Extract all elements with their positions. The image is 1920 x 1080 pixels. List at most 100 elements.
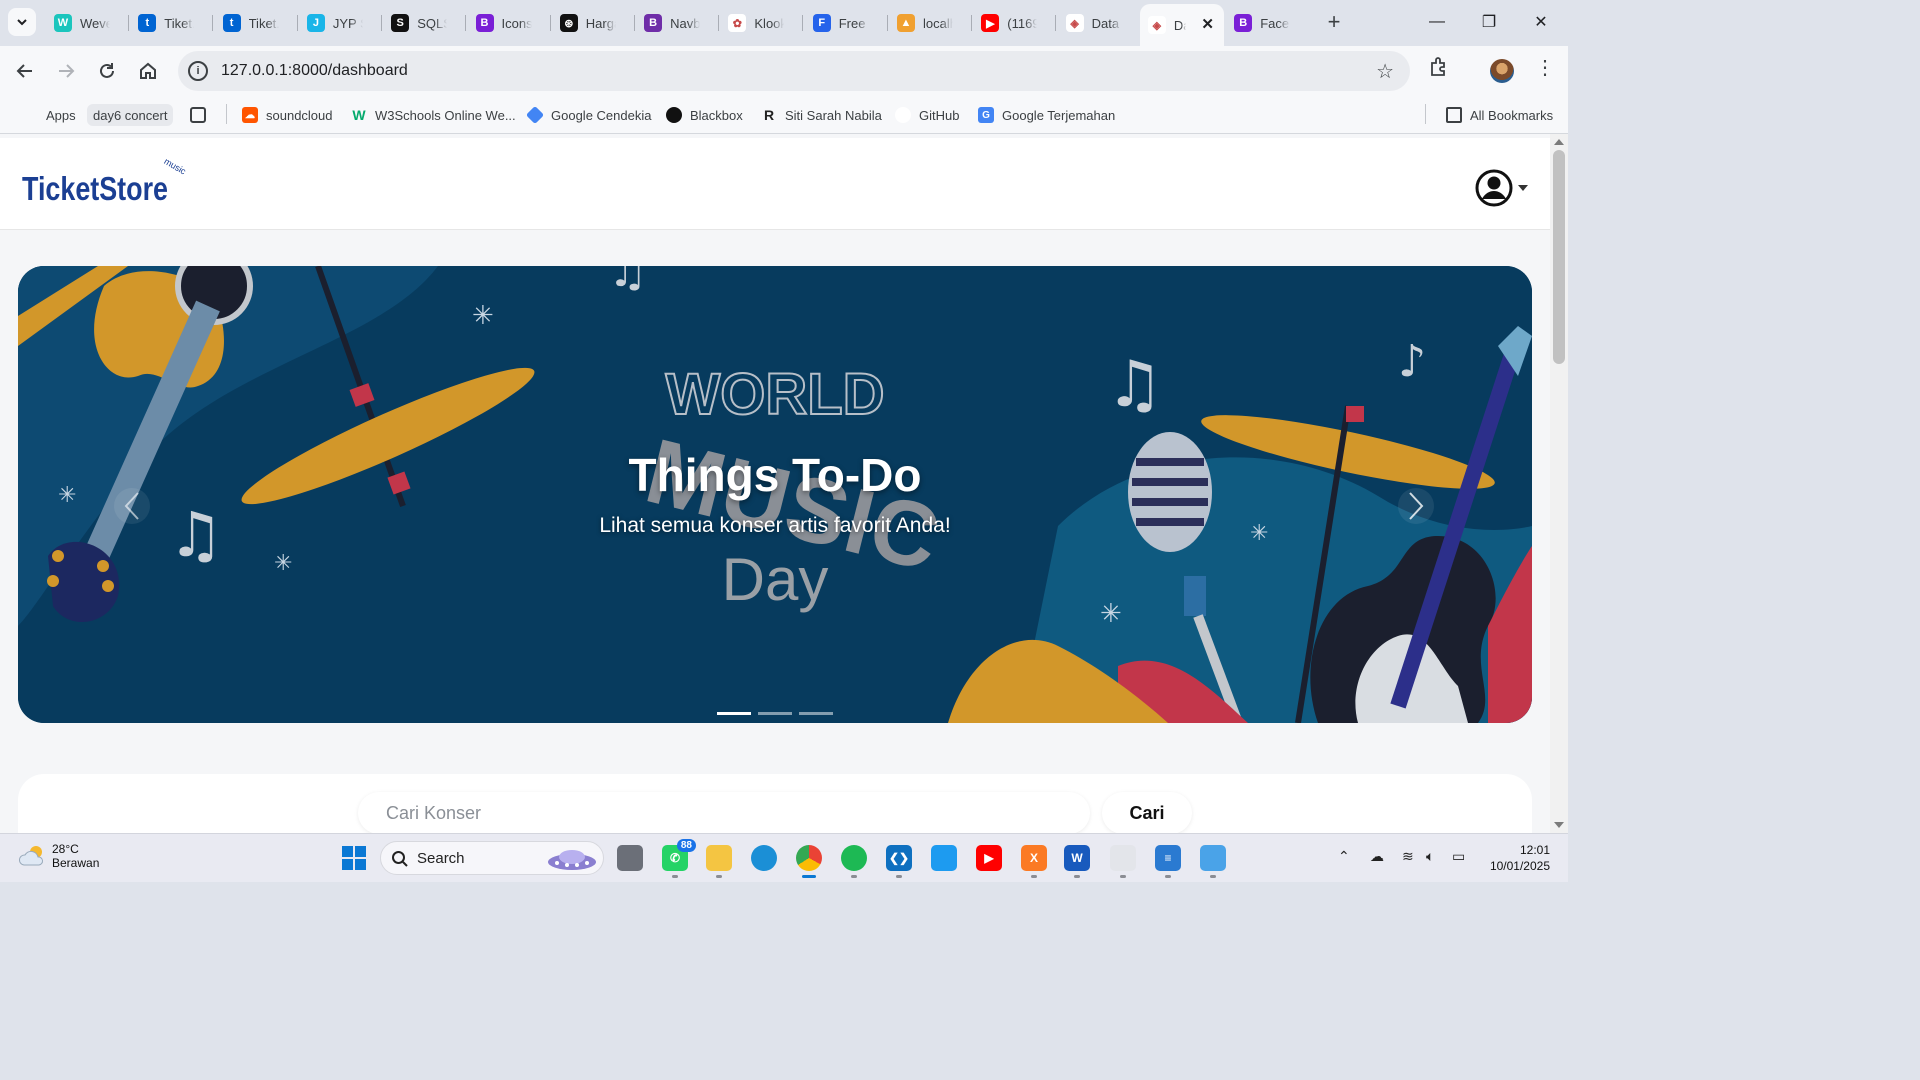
user-menu[interactable] — [1474, 168, 1528, 208]
close-window-button[interactable]: ✕ — [1518, 8, 1564, 36]
reload-button[interactable] — [92, 56, 122, 86]
all-bookmarks[interactable]: All Bookmarks — [1446, 104, 1553, 126]
bookmark-w3schools[interactable]: W W3Schools Online We... — [351, 104, 515, 126]
reload-icon — [100, 63, 114, 78]
wifi-icon[interactable]: ≋ — [1402, 848, 1414, 865]
carousel-indicator-2[interactable] — [758, 712, 792, 715]
forward-button[interactable] — [51, 56, 81, 86]
browser-tab[interactable]: ⊛ Harga — [552, 8, 628, 38]
bookmark-google-cendekia[interactable]: Google Cendekia — [525, 104, 651, 126]
browser-tab[interactable]: W Weverse — [46, 8, 122, 38]
home-button[interactable] — [133, 56, 163, 86]
browser-tab[interactable]: ▶ (1169) — [973, 8, 1049, 38]
browser-tab[interactable]: B Facebook — [1226, 8, 1302, 38]
battery-icon[interactable]: ▭ — [1452, 848, 1465, 865]
tab-separator — [971, 15, 972, 31]
taskbar-search[interactable]: Search — [380, 841, 604, 875]
xampp-icon[interactable]: X — [1021, 845, 1047, 878]
browser-tab[interactable]: ✿ Klook — [720, 8, 796, 38]
edge-icon[interactable] — [751, 845, 777, 871]
spotify-icon[interactable] — [841, 845, 867, 878]
scroll-down-icon[interactable] — [1554, 822, 1564, 828]
browser-tab[interactable]: t Tiket.com — [215, 8, 291, 38]
bookmark-divider — [1425, 104, 1426, 124]
tab-close-icon[interactable]: ✕ — [1201, 15, 1214, 33]
whatsapp-icon[interactable]: ✆ 88 — [662, 839, 696, 878]
browser-tab[interactable]: t Tiket.com — [130, 8, 206, 38]
profile-avatar[interactable] — [1490, 59, 1514, 83]
extensions-icon[interactable] — [1428, 56, 1450, 84]
search-highlight-image — [548, 850, 596, 870]
twitter-icon[interactable] — [931, 845, 957, 871]
more-menu-icon[interactable]: ⋮ — [1535, 58, 1555, 78]
carousel-prev-button[interactable] — [114, 488, 150, 524]
notepad-icon[interactable]: ≡ — [1155, 845, 1181, 878]
windows-taskbar: 28°C Berawan Search ✆ 88 ❮❯ ▶ X W ≡ ⌃ ☁ ≋… — [0, 833, 1568, 882]
windows-start-button[interactable] — [342, 846, 366, 870]
bookmark-soundcloud[interactable]: ☁ soundcloud — [242, 104, 333, 126]
task-view-icon[interactable] — [617, 845, 643, 871]
carousel-indicator-1[interactable] — [717, 712, 751, 715]
tab-separator — [718, 15, 720, 31]
search-button[interactable]: Cari — [1102, 792, 1192, 833]
carousel-indicator-3[interactable] — [799, 712, 833, 715]
clock-date: 10/01/2025 — [1489, 859, 1550, 873]
tab-separator — [465, 15, 467, 31]
word-icon[interactable]: W — [1064, 845, 1090, 878]
volume-icon[interactable]: 🔈︎ — [1426, 848, 1434, 865]
snipping-tool-icon[interactable] — [1110, 845, 1136, 878]
browser-tab[interactable]: B Navbar — [636, 8, 712, 38]
scrollbar-thumb[interactable] — [1553, 150, 1565, 364]
restore-button[interactable]: ❐ — [1466, 8, 1512, 36]
carousel-indicators — [717, 712, 833, 715]
tab-separator — [633, 15, 635, 31]
search-concert-input[interactable] — [358, 792, 1090, 833]
bookmark-apps[interactable]: Apps — [22, 104, 76, 126]
bookmark-grid[interactable] — [190, 104, 214, 126]
browser-tab[interactable]: J JYP Shop — [299, 8, 375, 38]
tab-title: Tiket.com — [164, 15, 194, 31]
photos-icon[interactable] — [1200, 845, 1226, 878]
bookmark-day6-concert[interactable]: day6 concert — [87, 104, 174, 126]
browser-tab[interactable]: ◈ Dashboard ✕ — [1139, 4, 1224, 46]
browser-tab[interactable]: ▲ localhost — [889, 8, 965, 38]
page-scrollbar[interactable] — [1550, 134, 1568, 833]
carousel-next-button[interactable] — [1398, 488, 1434, 524]
svg-text:✳: ✳ — [1100, 598, 1122, 628]
bookmark-google-terjemahan[interactable]: G Google Terjemahan — [978, 104, 1115, 126]
site-info-icon[interactable]: i — [188, 61, 208, 81]
weather-widget[interactable]: 28°C Berawan — [18, 842, 99, 870]
tab-favicon-icon: W — [54, 14, 72, 32]
browser-tab[interactable]: F Free Vector — [805, 8, 881, 38]
tray-overflow-icon[interactable]: ⌃ — [1338, 848, 1350, 865]
tab-favicon-icon: S — [391, 14, 410, 32]
browser-tab[interactable]: B Icons — [468, 8, 544, 38]
scroll-up-icon[interactable] — [1554, 139, 1564, 145]
youtube-icon[interactable]: ▶ — [976, 845, 1002, 871]
caret-down-icon — [1518, 185, 1528, 191]
chrome-icon[interactable] — [796, 845, 822, 878]
system-clock[interactable]: 12:01 10/01/2025 — [1484, 842, 1550, 874]
browser-tab[interactable]: S SQLSTATE — [383, 8, 459, 38]
bookmark-blackbox[interactable]: Blackbox — [666, 104, 743, 126]
svg-text:WORLD: WORLD — [665, 362, 884, 427]
apps-grid-icon — [22, 107, 38, 123]
new-tab-button[interactable]: + — [1320, 8, 1348, 36]
bookmark-siti-sarah[interactable]: R Siti Sarah Nabila — [761, 104, 882, 126]
minimize-button[interactable]: — — [1414, 8, 1460, 36]
logo-text: TicketStore — [22, 170, 168, 207]
onedrive-icon[interactable]: ☁ — [1370, 848, 1384, 865]
vscode-icon[interactable]: ❮❯ — [886, 845, 912, 878]
bookmark-github[interactable]: GitHub — [895, 104, 959, 126]
back-button[interactable] — [10, 56, 40, 86]
url-text[interactable]: 127.0.0.1:8000/dashboard — [221, 62, 408, 80]
address-bar[interactable]: i 127.0.0.1:8000/dashboard ☆ — [178, 51, 1410, 91]
tab-title: Weverse — [80, 15, 110, 31]
browser-tab[interactable]: ◈ Data — [1058, 8, 1134, 38]
tab-search-button[interactable] — [8, 8, 36, 36]
tab-favicon-icon: ◈ — [1065, 14, 1084, 32]
tab-title: (1169) — [1007, 15, 1038, 31]
bookmark-star-icon[interactable]: ☆ — [1376, 59, 1394, 84]
file-explorer-icon[interactable] — [706, 845, 732, 878]
site-logo[interactable]: TicketStore music — [22, 156, 192, 214]
